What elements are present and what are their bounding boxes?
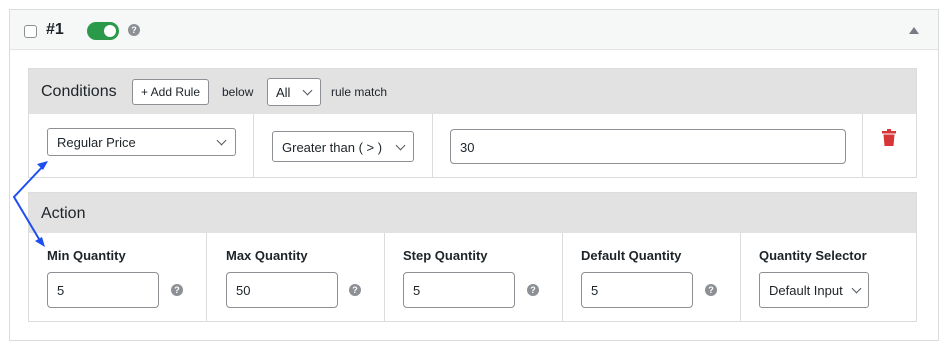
divider — [562, 233, 563, 321]
help-icon[interactable]: ? — [349, 284, 361, 296]
divider — [740, 233, 741, 321]
quantity-selector-value: Default Input — [769, 283, 843, 298]
action-section: Action Min Quantity 5 ? Max Quantity 50 … — [28, 192, 917, 322]
default-quantity-input[interactable]: 5 — [581, 272, 693, 308]
condition-value-input[interactable]: 30 — [450, 129, 846, 164]
help-icon[interactable]: ? — [171, 284, 183, 296]
conditions-title: Conditions — [41, 83, 117, 100]
condition-operator-select[interactable]: Greater than ( > ) — [272, 131, 414, 162]
rule-header[interactable]: #1 ? — [10, 10, 938, 50]
chevron-down-icon — [851, 283, 862, 294]
below-label: below — [222, 85, 254, 99]
min-quantity-label: Min Quantity — [47, 248, 126, 263]
quantity-selector-label: Quantity Selector — [759, 248, 867, 263]
max-quantity-value: 50 — [236, 283, 251, 298]
condition-field-value: Regular Price — [57, 135, 136, 150]
help-icon[interactable]: ? — [705, 284, 717, 296]
rule-select-checkbox[interactable] — [24, 25, 37, 38]
condition-field-select[interactable]: Regular Price — [47, 128, 236, 156]
help-icon[interactable]: ? — [527, 284, 539, 296]
rule-enabled-toggle[interactable] — [87, 22, 119, 40]
chevron-down-icon — [395, 140, 406, 151]
match-select-value: All — [276, 85, 291, 100]
divider — [206, 233, 207, 321]
rule-number: #1 — [46, 21, 64, 38]
action-title: Action — [41, 205, 86, 222]
default-quantity-value: 5 — [591, 283, 599, 298]
step-quantity-label: Step Quantity — [403, 248, 488, 263]
condition-value-text: 30 — [460, 140, 475, 155]
add-rule-button[interactable]: + Add Rule — [132, 79, 209, 105]
step-quantity-value: 5 — [413, 283, 421, 298]
chevron-down-icon — [302, 85, 313, 96]
divider — [432, 114, 433, 177]
rule-match-label: rule match — [331, 85, 388, 99]
chevron-down-icon — [216, 135, 227, 146]
condition-operator-value: Greater than ( > ) — [282, 140, 383, 155]
quantity-selector-select[interactable]: Default Input — [759, 272, 869, 308]
default-quantity-label: Default Quantity — [581, 248, 682, 263]
match-select[interactable]: All — [267, 78, 321, 106]
toggle-knob — [104, 25, 116, 37]
step-quantity-input[interactable]: 5 — [403, 272, 515, 308]
trash-icon[interactable] — [881, 129, 897, 147]
min-quantity-value: 5 — [57, 283, 65, 298]
action-header: Action — [29, 193, 916, 233]
help-icon[interactable]: ? — [128, 24, 140, 36]
conditions-section: Conditions + Add Rule below All rule mat… — [28, 68, 917, 178]
divider — [862, 114, 863, 177]
divider — [253, 114, 254, 177]
divider — [384, 233, 385, 321]
max-quantity-label: Max Quantity — [226, 248, 308, 263]
min-quantity-input[interactable]: 5 — [47, 272, 159, 308]
max-quantity-input[interactable]: 50 — [226, 272, 338, 308]
triangle-up-icon[interactable] — [909, 27, 919, 34]
conditions-header: Conditions + Add Rule below All rule mat… — [29, 69, 916, 114]
